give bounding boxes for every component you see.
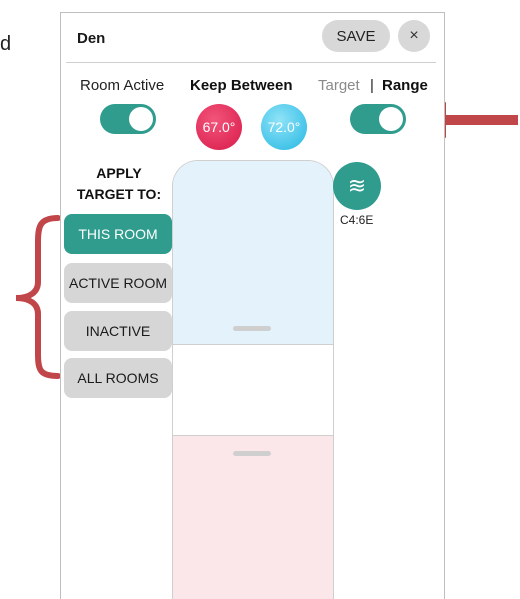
comfort-zone: [173, 345, 333, 435]
cool-zone: [173, 161, 333, 345]
apply-all-rooms-button[interactable]: ALL ROOMS: [64, 358, 172, 398]
apply-this-room-button[interactable]: THIS ROOM: [64, 214, 172, 254]
toggle-knob: [379, 107, 403, 131]
heat-setpoint-handle[interactable]: [233, 451, 271, 456]
mode-range-label: Range: [382, 77, 428, 94]
annotation-bracket-icon: [15, 215, 61, 379]
toggle-knob: [129, 107, 153, 131]
cool-setpoint-handle[interactable]: [233, 326, 271, 331]
mode-separator: |: [370, 77, 374, 94]
mode-target-label: Target: [318, 77, 360, 94]
apply-target-heading: APPLY TARGET TO:: [64, 163, 174, 205]
room-active-toggle[interactable]: [100, 104, 156, 134]
clipped-text-fragment: d: [0, 33, 12, 55]
high-setpoint-bubble[interactable]: 72.0°: [261, 104, 307, 150]
device-code-label: C4:6E: [340, 213, 374, 227]
apply-heading-line1: APPLY: [96, 165, 142, 181]
apply-heading-line2: TARGET TO:: [76, 186, 162, 202]
room-active-label: Room Active: [80, 77, 165, 94]
heat-zone: [173, 435, 333, 599]
temperature-range-slider[interactable]: [172, 160, 334, 599]
save-button[interactable]: SAVE: [322, 20, 390, 52]
fan-mode-icon[interactable]: ≋: [333, 162, 381, 210]
header-divider: [66, 62, 436, 63]
apply-active-room-button[interactable]: ACTIVE ROOM: [64, 263, 172, 303]
room-title: Den: [77, 30, 106, 47]
low-setpoint-bubble[interactable]: 67.0°: [196, 104, 242, 150]
keep-between-label: Keep Between: [190, 77, 293, 94]
apply-inactive-button[interactable]: INACTIVE: [64, 311, 172, 351]
range-mode-toggle[interactable]: [350, 104, 406, 134]
close-icon[interactable]: ×: [398, 20, 430, 52]
